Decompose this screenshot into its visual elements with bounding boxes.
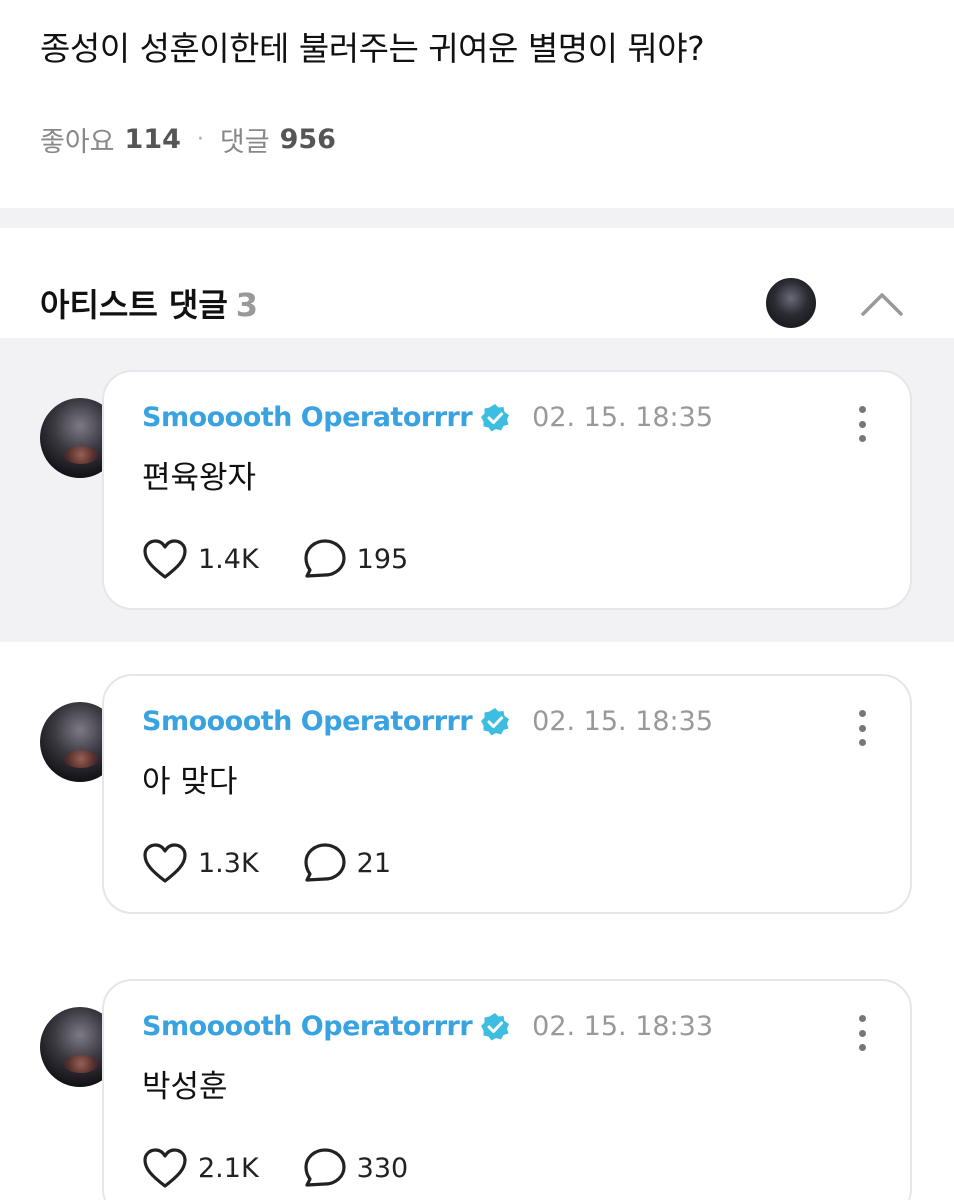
comment-band: Smooooth Operatorrrr 02. 15. 18:35 아 맞다 … xyxy=(0,642,954,947)
artist-comments-count: 3 xyxy=(235,286,259,324)
reply-bubble-icon xyxy=(304,1148,346,1187)
comment-card: Smooooth Operatorrrr 02. 15. 18:33 박성훈 2… xyxy=(102,979,912,1200)
more-options-button[interactable] xyxy=(848,404,876,444)
reply-bubble-icon xyxy=(304,539,346,578)
reply-button[interactable]: 195 xyxy=(303,538,409,580)
reply-button[interactable]: 330 xyxy=(303,1147,409,1189)
comment-timestamp: 02. 15. 18:35 xyxy=(532,402,714,433)
more-options-button[interactable] xyxy=(848,708,876,748)
comment-author-row: Smooooth Operatorrrr 02. 15. 18:35 xyxy=(142,706,713,737)
post-header: 종성이 성훈이한테 불러주는 귀여운 별명이 뭐야? 좋아요 114 · 댓글 … xyxy=(0,0,954,208)
author-name[interactable]: Smooooth Operatorrrr xyxy=(142,706,473,737)
verified-badge-icon xyxy=(480,403,510,433)
reply-bubble-icon xyxy=(304,843,346,882)
heart-icon xyxy=(143,1148,187,1188)
reply-count: 195 xyxy=(356,543,409,575)
artist-comments-label: 아티스트 댓글 xyxy=(40,286,228,324)
reply-count: 21 xyxy=(356,847,392,879)
verified-badge-icon xyxy=(480,1012,510,1042)
verified-badge-icon xyxy=(480,707,510,737)
reply-count: 330 xyxy=(356,1152,409,1184)
comments-count: 956 xyxy=(279,124,336,155)
stats-separator: · xyxy=(196,127,204,152)
like-count: 1.3K xyxy=(198,847,259,879)
comment-actions: 1.3K 21 xyxy=(142,842,391,884)
heart-icon xyxy=(143,843,187,883)
comment-actions: 2.1K 330 xyxy=(142,1147,408,1189)
comment-timestamp: 02. 15. 18:35 xyxy=(532,706,714,737)
comment-timestamp: 02. 15. 18:33 xyxy=(532,1011,714,1042)
reply-button[interactable]: 21 xyxy=(303,842,391,884)
comment-band: Smooooth Operatorrrr 02. 15. 18:33 박성훈 2… xyxy=(0,947,954,1200)
comment-text: 박성훈 xyxy=(142,1069,228,1105)
like-count: 2.1K xyxy=(198,1152,259,1184)
comment-card: Smooooth Operatorrrr 02. 15. 18:35 편육왕자 … xyxy=(102,370,912,610)
comment-text: 아 맞다 xyxy=(142,764,238,800)
chevron-up-icon xyxy=(861,293,903,316)
comment-card: Smooooth Operatorrrr 02. 15. 18:35 아 맞다 … xyxy=(102,674,912,914)
section-divider xyxy=(0,208,954,228)
post-stats: 좋아요 114 · 댓글 956 xyxy=(40,120,336,159)
comment-author-row: Smooooth Operatorrrr 02. 15. 18:33 xyxy=(142,1011,713,1042)
artist-comments-title: 아티스트 댓글 3 xyxy=(40,280,258,326)
comments-label: 댓글 xyxy=(219,127,270,158)
likes-count: 114 xyxy=(124,124,181,155)
comment-actions: 1.4K 195 xyxy=(142,538,408,580)
like-button[interactable]: 1.3K xyxy=(142,842,259,884)
heart-icon xyxy=(143,539,187,579)
artist-avatar-small[interactable] xyxy=(766,278,816,328)
author-name[interactable]: Smooooth Operatorrrr xyxy=(142,1011,473,1042)
artist-comments-header[interactable]: 아티스트 댓글 3 xyxy=(0,228,954,338)
likes-label: 좋아요 xyxy=(40,127,115,158)
comment-band: Smooooth Operatorrrr 02. 15. 18:35 편육왕자 … xyxy=(0,338,954,642)
like-button[interactable]: 1.4K xyxy=(142,538,259,580)
author-name[interactable]: Smooooth Operatorrrr xyxy=(142,402,473,433)
more-options-button[interactable] xyxy=(848,1013,876,1053)
like-count: 1.4K xyxy=(198,543,259,575)
comment-author-row: Smooooth Operatorrrr 02. 15. 18:35 xyxy=(142,402,713,433)
collapse-button[interactable] xyxy=(858,280,906,328)
post-title: 종성이 성훈이한테 불러주는 귀여운 별명이 뭐야? xyxy=(40,29,705,68)
comment-text: 편육왕자 xyxy=(142,460,257,496)
like-button[interactable]: 2.1K xyxy=(142,1147,259,1189)
